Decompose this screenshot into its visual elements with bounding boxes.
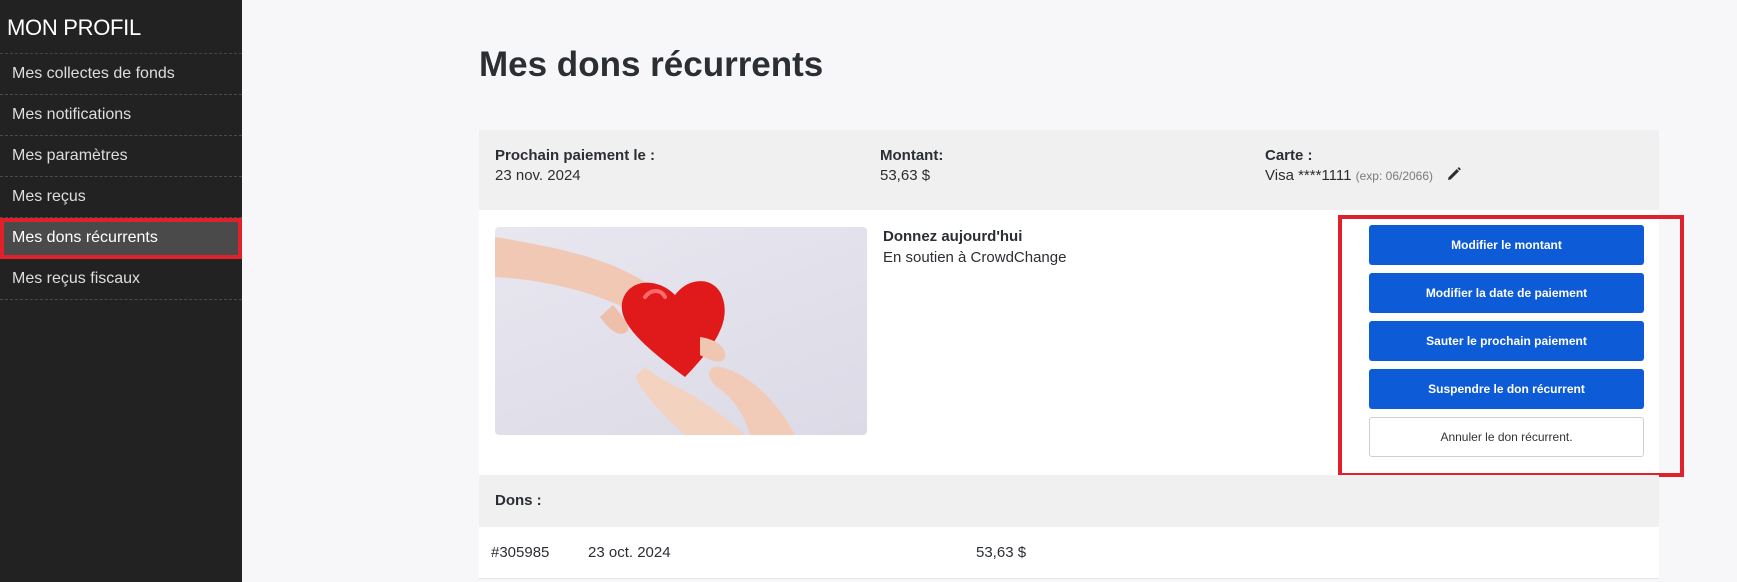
next-payment-value: 23 nov. 2024 <box>495 167 581 184</box>
amount-value: 53,63 $ <box>880 167 931 184</box>
sidebar-item-recus[interactable]: Mes reçus <box>0 177 242 218</box>
donation-amount: 53,63 $ <box>976 544 1027 561</box>
donations-header: Dons : <box>479 475 1659 527</box>
sidebar-item-dons-recurrents[interactable]: Mes dons récurrents <box>0 218 242 259</box>
amount-label: Montant: <box>880 147 944 164</box>
donation-date: 23 oct. 2024 <box>588 544 671 561</box>
payment-summary: Prochain paiement le : 23 nov. 2024 Mont… <box>479 130 1659 210</box>
pencil-icon[interactable] <box>1447 167 1461 185</box>
sidebar: MON PROFIL Mes collectes de fonds Mes no… <box>0 0 242 582</box>
campaign-title: Donnez aujourd'hui <box>883 228 1023 245</box>
card-value: Visa ****1111 <box>1265 167 1352 184</box>
modify-amount-button[interactable]: Modifier le montant <box>1369 225 1644 265</box>
campaign-image <box>495 227 867 435</box>
page-title: Mes dons récurrents <box>479 45 824 84</box>
recurring-donation-card: Prochain paiement le : 23 nov. 2024 Mont… <box>479 130 1684 582</box>
sidebar-item-notifications[interactable]: Mes notifications <box>0 95 242 136</box>
campaign-detail: Donnez aujourd'hui En soutien à CrowdCha… <box>479 210 1684 477</box>
card-value-line: Visa ****1111 (exp: 06/2066) <box>1265 167 1461 185</box>
modify-date-button[interactable]: Modifier la date de paiement <box>1369 273 1644 313</box>
actions-panel: Modifier le montant Modifier la date de … <box>1338 215 1684 477</box>
sidebar-title: MON PROFIL <box>0 0 242 54</box>
skip-next-payment-button[interactable]: Sauter le prochain paiement <box>1369 321 1644 361</box>
card-label: Carte : <box>1265 147 1313 164</box>
cancel-recurring-button[interactable]: Annuler le don récurrent. <box>1369 417 1644 457</box>
card-expiry: (exp: 06/2066) <box>1355 169 1434 183</box>
sidebar-item-recus-fiscaux[interactable]: Mes reçus fiscaux <box>0 259 242 300</box>
suspend-recurring-button[interactable]: Suspendre le don récurrent <box>1369 369 1644 409</box>
sidebar-item-collectes[interactable]: Mes collectes de fonds <box>0 54 242 95</box>
next-payment: Prochain paiement le : 23 nov. 2024 <box>495 147 655 184</box>
amount: Montant: 53,63 $ <box>880 147 943 184</box>
table-row: #305985 23 oct. 2024 53,63 $ <box>479 527 1659 579</box>
campaign-subtitle: En soutien à CrowdChange <box>883 249 1067 266</box>
card-info: Carte : Visa ****1111 (exp: 06/2066) <box>1265 147 1461 185</box>
donation-id: #305985 <box>491 544 550 561</box>
sidebar-item-parametres[interactable]: Mes paramètres <box>0 136 242 177</box>
next-payment-label: Prochain paiement le : <box>495 147 656 164</box>
